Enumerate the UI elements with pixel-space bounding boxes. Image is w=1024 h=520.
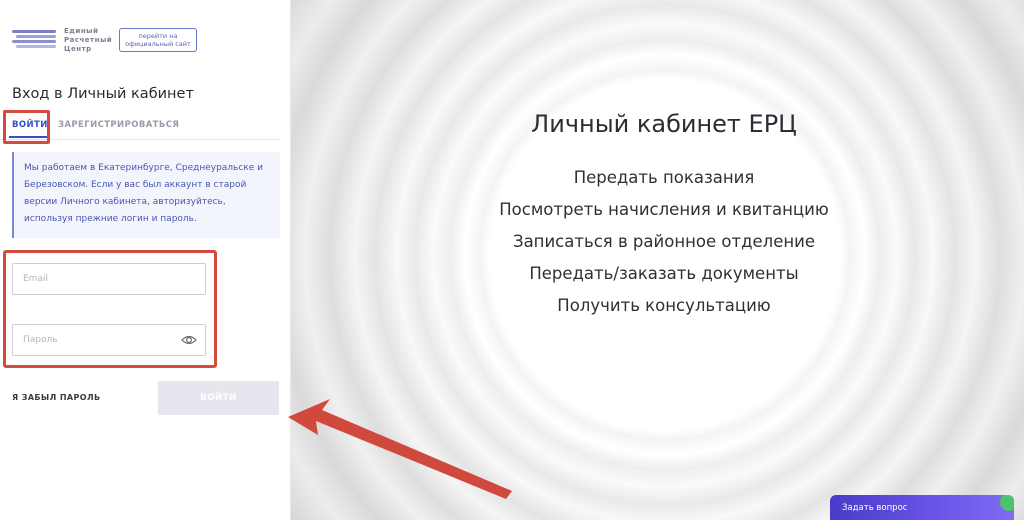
tab-register[interactable]: ЗАРЕГИСТРИРОВАТЬСЯ <box>58 120 179 130</box>
hero-feature-item: Получить консультацию <box>557 296 771 315</box>
hero-feature-list: Передать показания Посмотреть начисления… <box>291 168 1024 328</box>
official-site-label-line: перейти на <box>138 32 178 40</box>
fields-highlight-box <box>3 250 217 368</box>
hero-feature-item: Посмотреть начисления и квитанцию <box>499 200 829 219</box>
forgot-password-link[interactable]: Я ЗАБЫЛ ПАРОЛЬ <box>12 393 101 402</box>
official-site-button[interactable]: перейти на официальный сайт <box>119 28 197 52</box>
page: Единый Расчетный Центр перейти на официа… <box>0 0 1024 520</box>
annotation-arrow-icon <box>288 399 512 499</box>
hero-feature-item: Записаться в районное отделение <box>512 232 816 251</box>
page-title: Вход в Личный кабинет <box>12 86 194 102</box>
logo-text: Единый Расчетный Центр <box>64 27 112 54</box>
logo-line: Единый <box>64 27 99 35</box>
hero-feature-item: Передать показания <box>573 168 755 187</box>
logo-line: Расчетный <box>64 36 113 44</box>
login-tab-highlight-box <box>3 110 50 144</box>
logo-stripes-icon[interactable] <box>12 28 60 52</box>
hero-title: Личный кабинет ЕРЦ <box>531 110 797 138</box>
login-submit-button[interactable]: ВОЙТИ <box>158 381 279 415</box>
chat-label: Задать вопрос <box>842 503 908 513</box>
login-panel: Единый Расчетный Центр перейти на официа… <box>0 0 291 520</box>
ask-question-chat-button[interactable]: Задать вопрос <box>830 495 1014 520</box>
hero-feature-item: Передать/заказать документы <box>529 264 799 283</box>
info-notice: Мы работаем в Екатеринбурге, Среднеураль… <box>12 152 280 238</box>
logo-line: Центр <box>64 45 92 53</box>
chat-status-dot <box>1000 495 1014 511</box>
official-site-label-line: официальный сайт <box>125 40 191 48</box>
